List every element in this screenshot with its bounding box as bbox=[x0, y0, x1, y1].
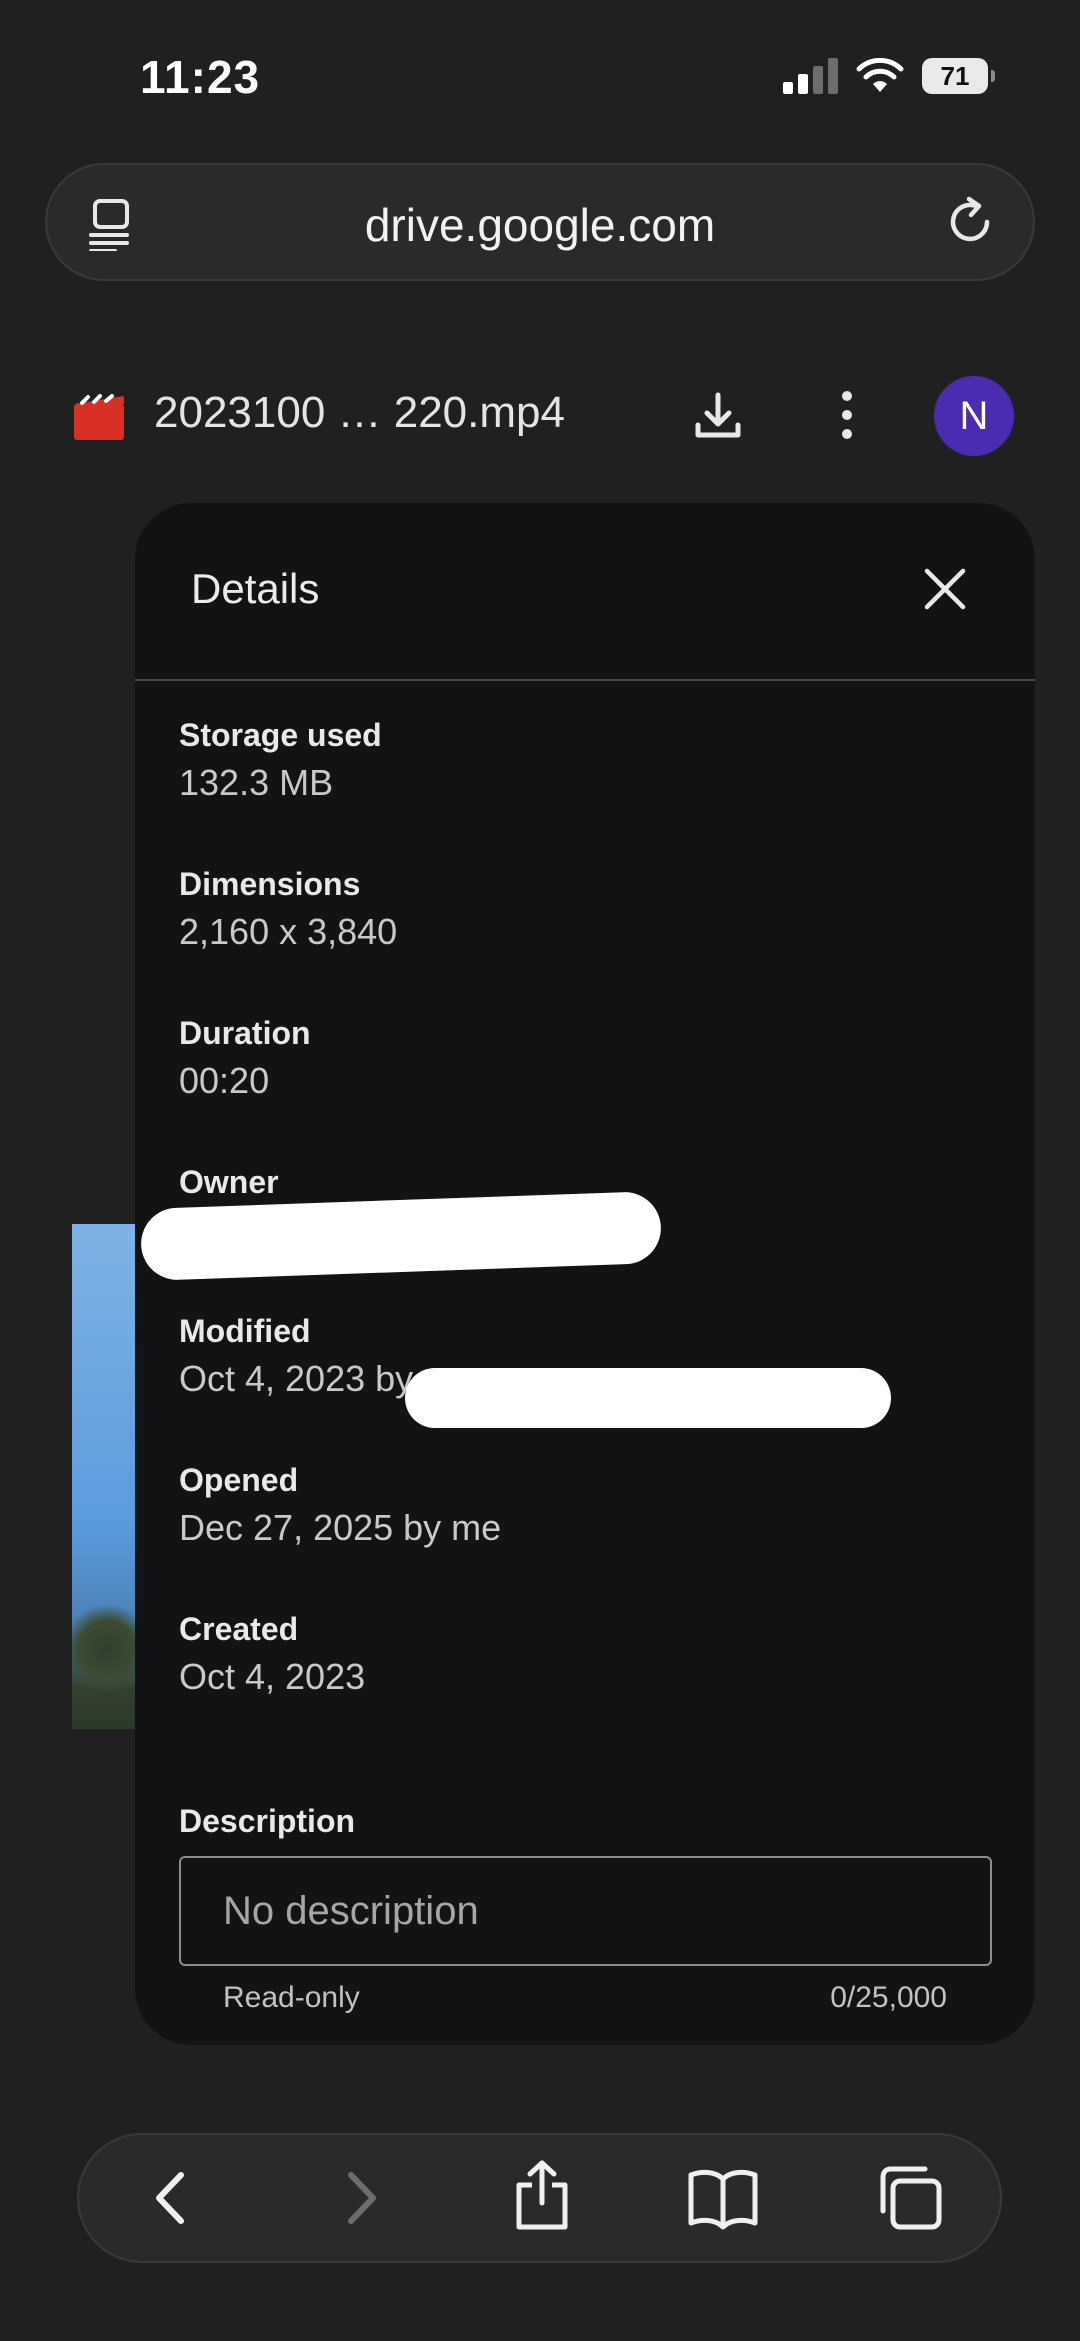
field-value: Oct 4, 2023 bbox=[179, 1656, 366, 1697]
description-label: Description bbox=[179, 1803, 356, 1839]
field-value: 132.3 MB bbox=[179, 762, 334, 803]
status-time: 11:23 bbox=[140, 51, 261, 103]
url-bar[interactable]: drive.google.com bbox=[45, 163, 1035, 281]
bookmarks-icon[interactable] bbox=[687, 2165, 759, 2231]
forward-icon[interactable] bbox=[331, 2165, 391, 2231]
video-preview-thumbnail bbox=[72, 1224, 138, 1729]
back-icon[interactable] bbox=[141, 2165, 201, 2231]
field-label: Created bbox=[179, 1611, 299, 1647]
char-counter: 0/25,000 bbox=[830, 1981, 947, 2014]
divider bbox=[135, 679, 1035, 681]
url-text[interactable]: drive.google.com bbox=[47, 198, 1033, 252]
more-options-icon[interactable] bbox=[830, 387, 864, 443]
redaction-mark bbox=[405, 1368, 891, 1428]
field-value: 00:20 bbox=[179, 1060, 270, 1101]
field-label: Duration bbox=[179, 1015, 311, 1051]
tabs-icon[interactable] bbox=[875, 2165, 945, 2231]
download-icon[interactable] bbox=[690, 387, 746, 443]
field-duration: Duration 00:20 bbox=[179, 1013, 311, 1105]
reload-icon[interactable] bbox=[943, 195, 997, 249]
details-panel: Details Storage used 132.3 MB Dimensions… bbox=[135, 503, 1035, 2045]
field-value: Dec 27, 2025 by me bbox=[179, 1507, 502, 1548]
close-icon[interactable] bbox=[923, 567, 967, 611]
readonly-text: Read-only bbox=[223, 1981, 360, 2014]
field-storage-used: Storage used 132.3 MB bbox=[179, 715, 382, 807]
file-name: 2023100 … 220.mp4 bbox=[154, 388, 565, 437]
field-label: Dimensions bbox=[179, 866, 361, 902]
field-dimensions: Dimensions 2,160 x 3,840 bbox=[179, 864, 397, 956]
field-label: Opened bbox=[179, 1462, 299, 1498]
browser-toolbar bbox=[77, 2133, 1002, 2263]
panel-title: Details bbox=[191, 565, 320, 612]
field-label: Owner bbox=[179, 1164, 279, 1200]
avatar[interactable]: N bbox=[934, 376, 1014, 456]
cellular-signal-icon bbox=[783, 58, 838, 94]
field-label: Modified bbox=[179, 1313, 311, 1349]
wifi-icon bbox=[856, 58, 904, 92]
video-file-icon bbox=[74, 394, 124, 440]
battery-indicator: 71 bbox=[922, 58, 995, 94]
field-value: 2,160 x 3,840 bbox=[179, 911, 398, 952]
field-created: Created Oct 4, 2023 bbox=[179, 1609, 365, 1701]
share-icon[interactable] bbox=[511, 2159, 573, 2231]
field-modified: Modified Oct 4, 2023 by bbox=[179, 1311, 413, 1403]
field-value: Oct 4, 2023 by bbox=[179, 1358, 414, 1399]
field-owner: Owner bbox=[179, 1162, 279, 1206]
field-opened: Opened Dec 27, 2025 by me bbox=[179, 1460, 501, 1552]
description-input[interactable] bbox=[179, 1856, 992, 1966]
status-icons: 71 bbox=[783, 58, 995, 94]
screen: 11:23 71 drive.google.com 2023100 … 220.… bbox=[0, 0, 1080, 2341]
field-label: Storage used bbox=[179, 717, 382, 753]
